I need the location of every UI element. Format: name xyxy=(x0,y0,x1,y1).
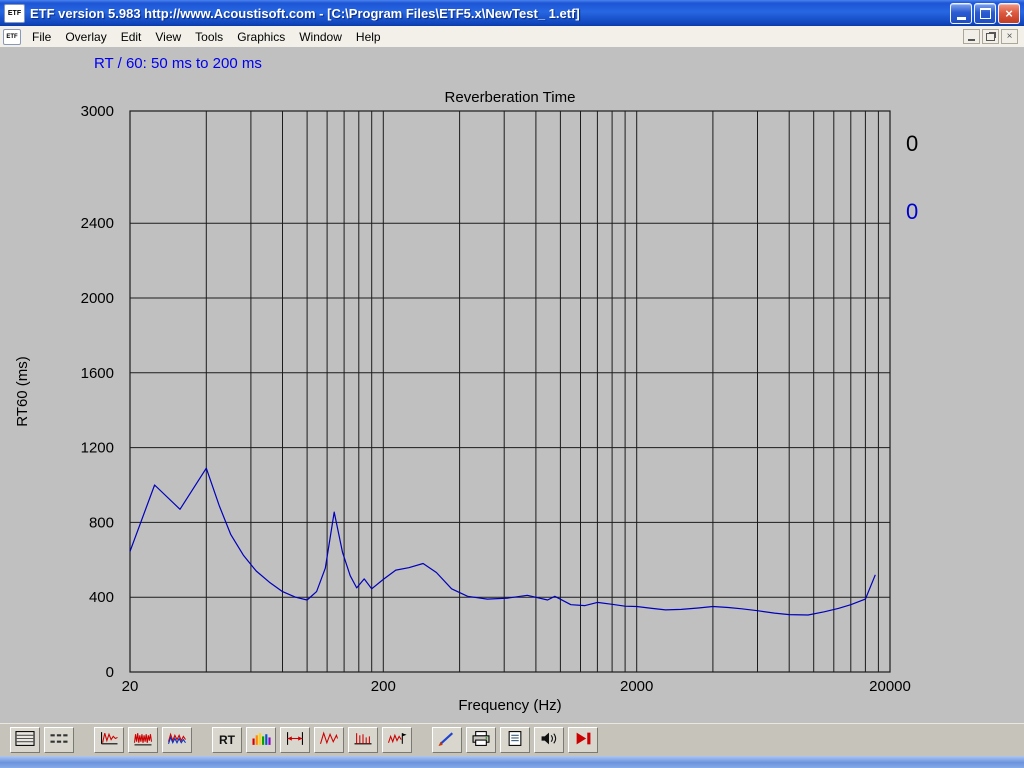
rt60-button-label: RT xyxy=(219,733,235,747)
phase-response-button[interactable] xyxy=(162,727,192,753)
phase-response-icon xyxy=(166,730,188,750)
x-axis-title: Frequency (Hz) xyxy=(458,697,561,714)
y-tick-label: 800 xyxy=(89,514,114,531)
menu-graphics[interactable]: Graphics xyxy=(230,28,292,46)
title-bar: ETF ETF version 5.983 http://www.Acousti… xyxy=(0,0,1024,26)
minimize-icon xyxy=(957,17,966,20)
chart-client-area: RT / 60: 50 ms to 200 ms Reverberation T… xyxy=(0,47,1024,724)
annotate-icon xyxy=(436,730,458,750)
distortion-button[interactable] xyxy=(314,727,344,753)
x-tick-label: 20 xyxy=(122,678,139,695)
legend-item-1: 0 xyxy=(906,199,918,224)
y-axis-title: RT60 (ms) xyxy=(14,356,31,427)
rt60-chart[interactable]: Reverberation Time0400800120016002000240… xyxy=(0,47,1024,724)
status-strip xyxy=(0,756,1024,768)
chart-title: Reverberation Time xyxy=(445,89,576,106)
y-tick-label: 400 xyxy=(89,589,114,606)
play-measure-icon xyxy=(572,730,594,750)
mdi-close-icon: × xyxy=(1007,32,1013,42)
gating-button[interactable] xyxy=(280,727,310,753)
play-measure-button[interactable] xyxy=(568,727,598,753)
minimize-button[interactable] xyxy=(950,3,972,24)
menu-file[interactable]: File xyxy=(25,28,58,46)
bottom-toolbar: RT xyxy=(0,723,1024,756)
y-tick-label: 3000 xyxy=(81,103,114,120)
window-layout-button[interactable] xyxy=(10,727,40,753)
gating-icon xyxy=(284,730,306,750)
app-icon: ETF xyxy=(4,4,25,23)
window-list-icon xyxy=(48,730,70,750)
mdi-restore-button[interactable] xyxy=(982,29,999,44)
menu-tools[interactable]: Tools xyxy=(188,28,230,46)
window-layout-icon xyxy=(14,730,36,750)
menu-bar: ETF FileOverlayEditViewToolsGraphicsWind… xyxy=(0,26,1024,48)
close-icon: × xyxy=(1005,6,1013,21)
frequency-response-button[interactable] xyxy=(128,727,158,753)
distortion-icon xyxy=(318,730,340,750)
app-window: ETF ETF version 5.983 http://www.Acousti… xyxy=(0,0,1024,768)
menu-help[interactable]: Help xyxy=(349,28,388,46)
menu-items: FileOverlayEditViewToolsGraphicsWindowHe… xyxy=(25,28,388,46)
menu-overlay[interactable]: Overlay xyxy=(58,28,113,46)
menu-window[interactable]: Window xyxy=(292,28,349,46)
waterfall-button[interactable] xyxy=(382,727,412,753)
impulse-response-icon xyxy=(98,730,120,750)
rt60-series-line xyxy=(130,468,875,615)
x-tick-label: 2000 xyxy=(620,678,653,695)
waterfall-icon xyxy=(386,730,408,750)
mdi-restore-icon xyxy=(986,33,995,41)
mdi-minimize-button[interactable] xyxy=(963,29,980,44)
spectrum-button[interactable] xyxy=(246,727,276,753)
rt60-button[interactable]: RT xyxy=(212,727,242,753)
close-button[interactable]: × xyxy=(998,3,1020,24)
y-tick-label: 1600 xyxy=(81,365,114,382)
mdi-document-icon: ETF xyxy=(3,29,21,45)
x-tick-label: 200 xyxy=(371,678,396,695)
menu-view[interactable]: View xyxy=(148,28,188,46)
maximize-restore-button[interactable] xyxy=(974,3,996,24)
impulse-response-button[interactable] xyxy=(94,727,124,753)
legend-item-0: 0 xyxy=(906,131,918,156)
x-tick-label: 20000 xyxy=(869,678,911,695)
window-list-button[interactable] xyxy=(44,727,74,753)
frequency-response-icon xyxy=(132,730,154,750)
menu-edit[interactable]: Edit xyxy=(114,28,149,46)
comb-filter-icon xyxy=(352,730,374,750)
y-tick-label: 1200 xyxy=(81,440,114,457)
plot-border xyxy=(130,111,890,672)
mdi-window-controls: × xyxy=(963,29,1021,44)
print-icon xyxy=(470,730,492,750)
window-title: ETF version 5.983 http://www.Acoustisoft… xyxy=(30,6,948,21)
rt60-range-header: RT / 60: 50 ms to 200 ms xyxy=(94,55,262,72)
mdi-close-button[interactable]: × xyxy=(1001,29,1018,44)
y-tick-label: 0 xyxy=(106,664,114,681)
spectrum-icon xyxy=(250,730,272,750)
y-tick-label: 2000 xyxy=(81,290,114,307)
audio-device-button[interactable] xyxy=(534,727,564,753)
notes-icon xyxy=(504,730,526,750)
notes-button[interactable] xyxy=(500,727,530,753)
comb-filter-button[interactable] xyxy=(348,727,378,753)
annotate-button[interactable] xyxy=(432,727,462,753)
print-button[interactable] xyxy=(466,727,496,753)
mdi-minimize-icon xyxy=(968,39,975,41)
maximize-icon xyxy=(980,8,991,19)
audio-device-icon xyxy=(538,730,560,750)
y-tick-label: 2400 xyxy=(81,215,114,232)
